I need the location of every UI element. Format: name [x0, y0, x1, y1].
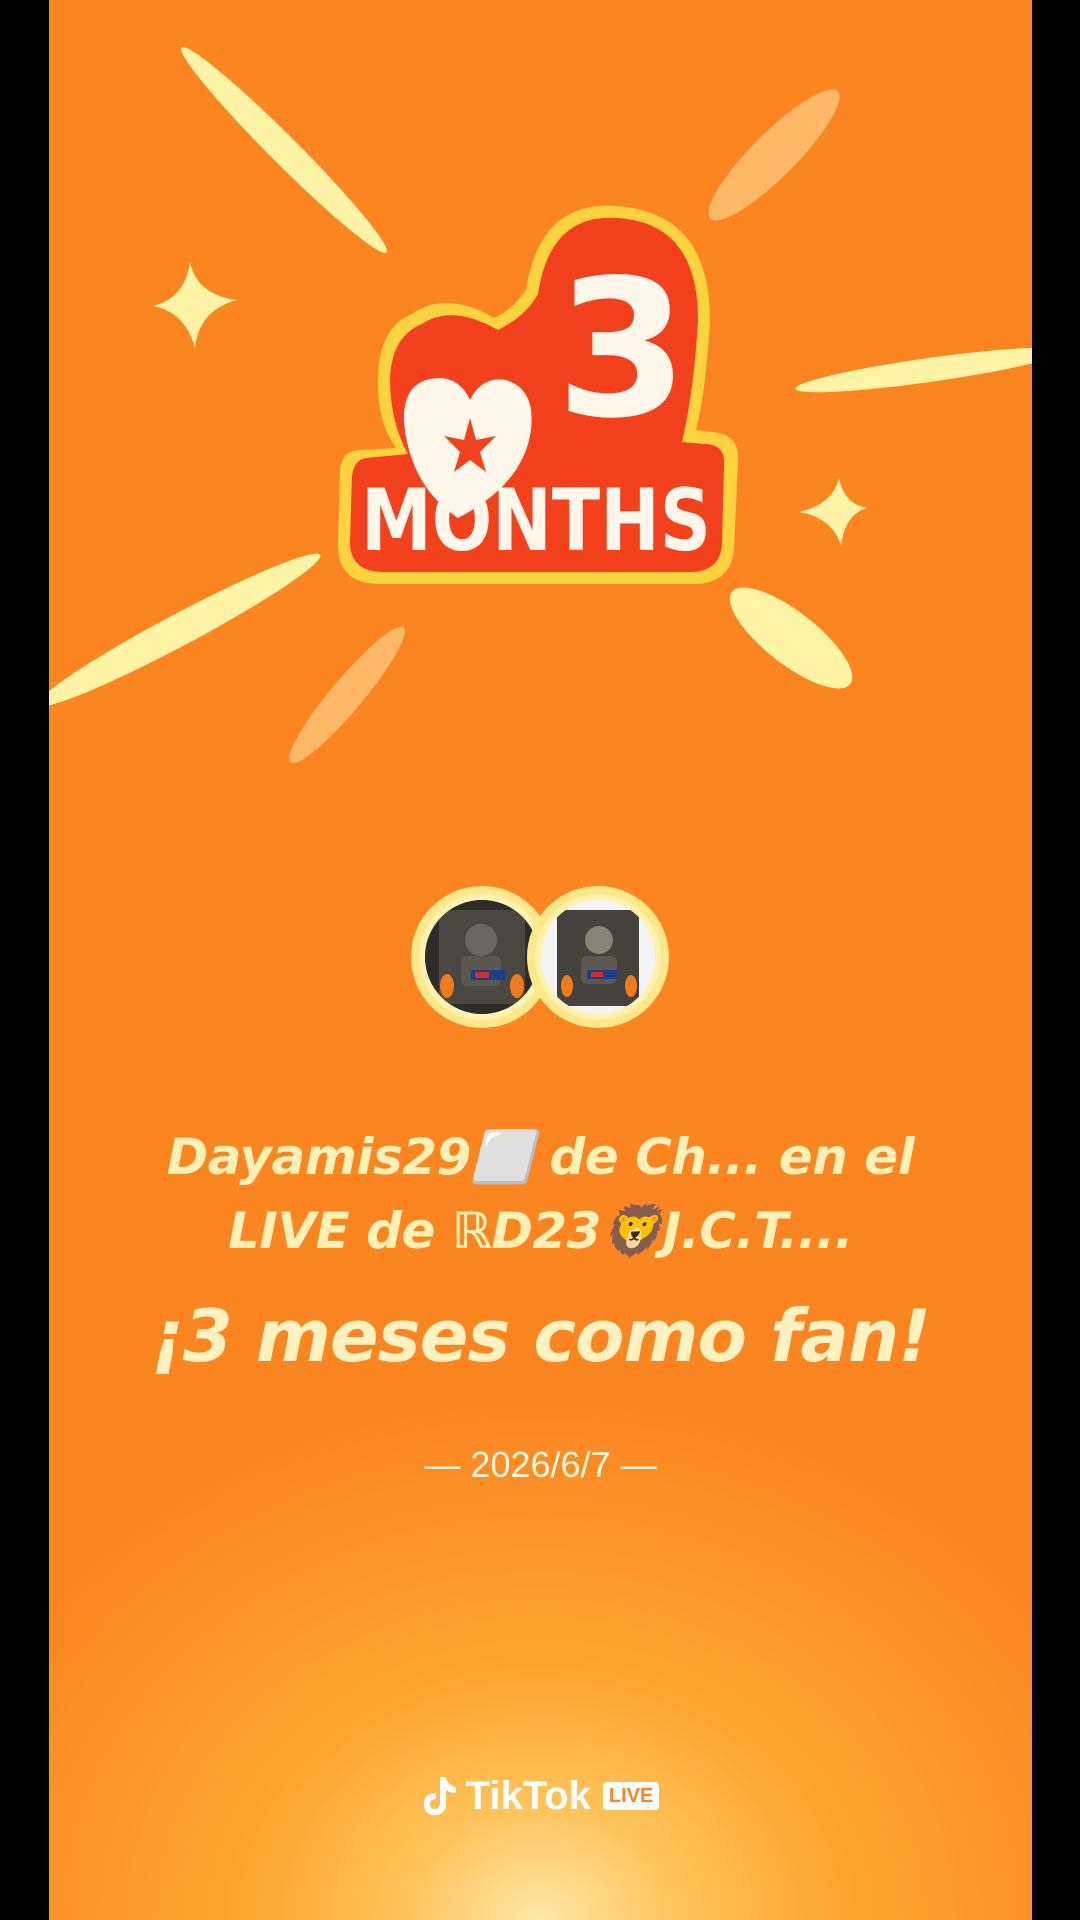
avatar-image: [541, 900, 655, 1014]
names-line-1: Dayamis29⬜ de Ch... en el: [166, 1128, 915, 1186]
tiktok-logo-icon: [423, 1777, 456, 1815]
creator-avatar: [527, 886, 669, 1028]
brand-name: TikTok: [465, 1774, 591, 1818]
sparkle-icon: [153, 262, 237, 348]
left-letterbox: [0, 0, 49, 1920]
tiktok-live-brand: TikTok LIVE: [49, 1772, 1032, 1820]
fan-anniversary-card: 3 MONTHS Dayamis29⬜ de Ch... en el LIVE …: [49, 0, 1032, 1920]
fan-and-creator-names: Dayamis29⬜ de Ch... en el LIVE de ℝD23🦁J…: [49, 1120, 1032, 1268]
badge-number: 3: [556, 239, 688, 460]
ray: [795, 347, 1032, 393]
sparkle-icon: [799, 478, 867, 546]
live-tag: LIVE: [602, 1782, 660, 1810]
badge-word: MONTHS: [361, 471, 711, 571]
avatar-pair: [411, 886, 671, 1028]
three-months-badge: 3 MONTHS: [338, 205, 739, 584]
ray: [49, 553, 321, 707]
milestone-headline: ¡3 meses como fan!: [150, 1294, 931, 1378]
right-letterbox: [1032, 0, 1080, 1920]
names-line-2: LIVE de ℝD23🦁J.C.T....: [227, 1202, 854, 1260]
ray: [289, 626, 405, 764]
milestone-date: — 2026/6/7 —: [424, 1444, 657, 1485]
avatar-image: [425, 900, 539, 1014]
